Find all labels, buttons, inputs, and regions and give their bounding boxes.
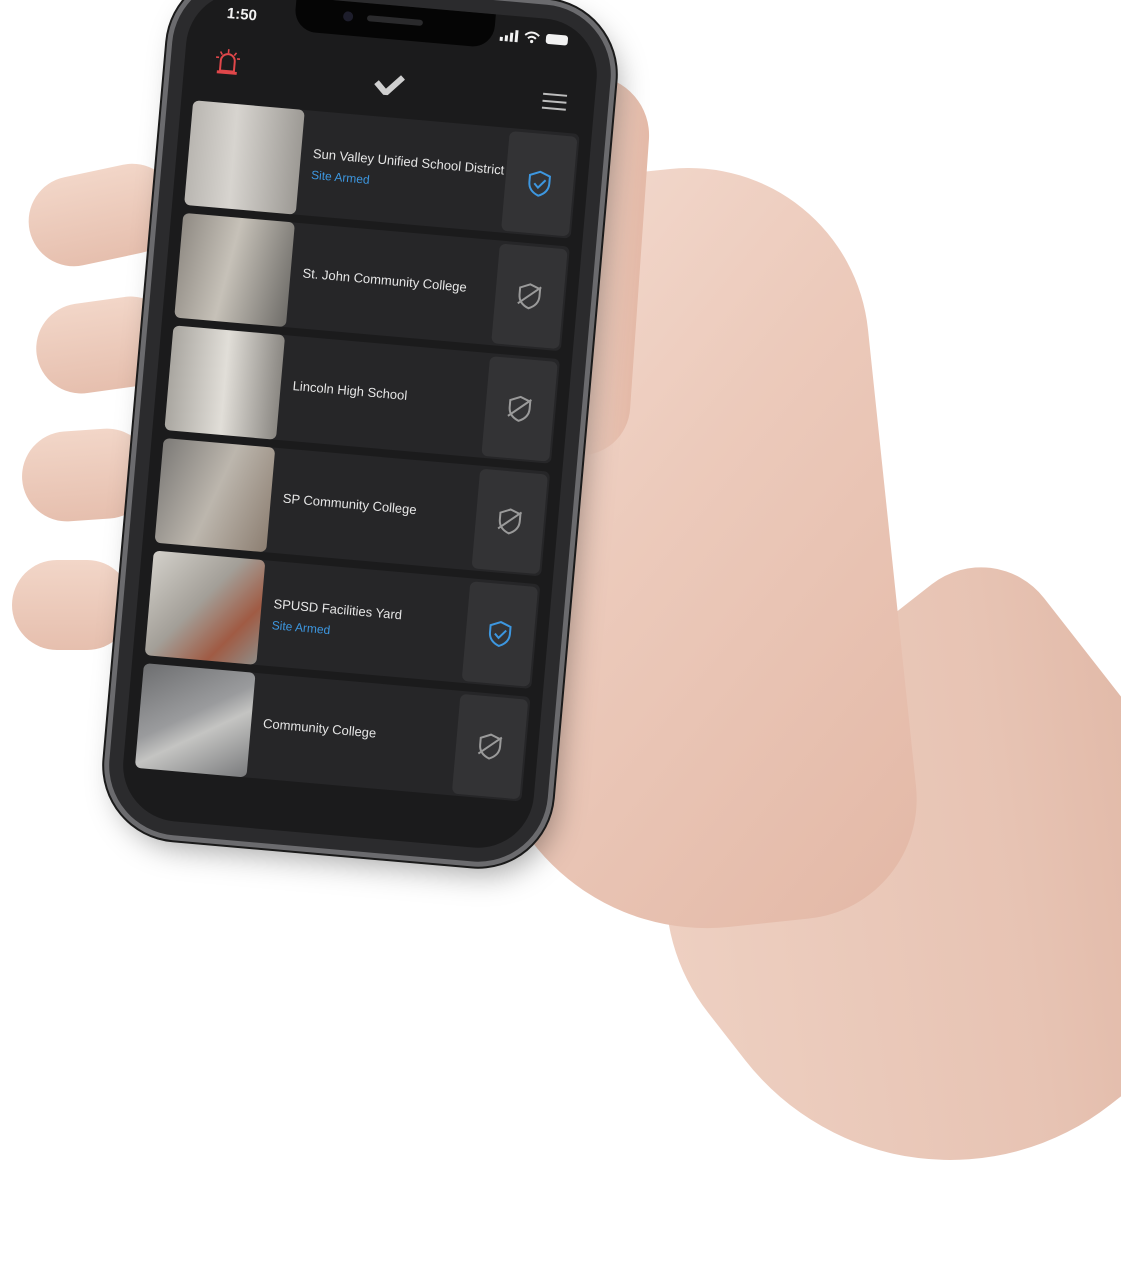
arm-toggle-button[interactable] (471, 468, 549, 574)
arm-toggle-button[interactable] (461, 580, 539, 687)
shield-check-icon (528, 170, 552, 197)
shield-off-icon (517, 282, 542, 309)
site-name: Lincoln High School (292, 378, 408, 403)
status-time: 1:50 (226, 4, 258, 25)
arm-toggle-button[interactable] (451, 693, 529, 799)
site-row[interactable]: Community College (134, 663, 531, 802)
hamburger-menu-icon[interactable] (541, 92, 568, 116)
shield-off-icon (497, 507, 523, 534)
little-finger (12, 560, 132, 650)
arm-toggle-button[interactable] (491, 243, 568, 349)
camera-thumbnail (154, 437, 276, 553)
camera-thumbnail (164, 325, 286, 440)
site-name: SP Community College (282, 490, 418, 518)
phone-screen: 1:50 Sun Valley Unified School District … (118, 0, 602, 853)
shield-off-icon (507, 395, 533, 422)
cellular-signal-icon (499, 29, 519, 43)
site-name: Community College (262, 715, 377, 741)
front-camera (342, 11, 354, 22)
shield-check-icon (489, 620, 512, 647)
camera-thumbnail (134, 663, 256, 778)
shield-off-icon (477, 733, 503, 760)
alarm-siren-icon[interactable] (214, 46, 242, 76)
status-icons (499, 29, 569, 47)
site-name: St. John Community College (301, 265, 468, 295)
arm-toggle-button[interactable] (481, 355, 558, 462)
battery-icon (545, 33, 569, 46)
camera-thumbnail (144, 550, 266, 665)
speaker (366, 15, 424, 26)
wifi-icon (524, 31, 540, 44)
brand-check-logo-icon (374, 75, 406, 96)
site-list: Sun Valley Unified School District Site … (134, 100, 580, 802)
phone: 1:50 Sun Valley Unified School District … (103, 0, 617, 868)
camera-thumbnail (174, 212, 295, 328)
camera-thumbnail (184, 100, 305, 215)
notch (293, 0, 496, 49)
arm-toggle-button[interactable] (501, 130, 578, 237)
